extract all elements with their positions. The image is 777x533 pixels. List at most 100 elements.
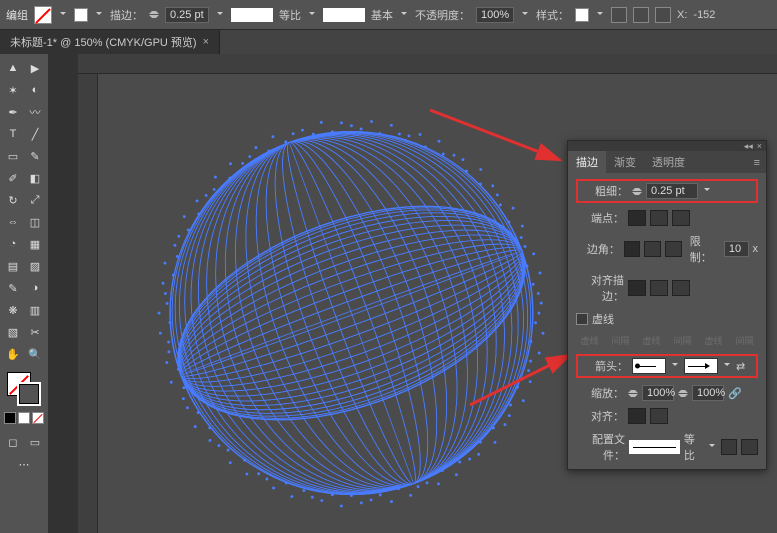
graph-tool[interactable]: ▥ [25,300,45,320]
ruler-horizontal[interactable] [78,54,777,74]
ruler-vertical[interactable] [78,74,98,533]
width-tool[interactable]: ⇔ [3,212,23,232]
swap-arrows-icon[interactable]: ⇄ [736,360,745,373]
arrow-align-tip[interactable] [628,408,646,424]
color-mode[interactable] [4,412,16,424]
mesh-tool[interactable]: ▤ [3,256,23,276]
scale-b-input[interactable]: 100% [692,385,724,401]
zoom-tool[interactable]: 🔍 [25,344,45,364]
tab-gradient[interactable]: 渐变 [606,151,644,173]
eyedropper-tool[interactable]: ✎ [3,278,23,298]
basic-dd[interactable] [399,10,409,20]
stroke-weight-input[interactable]: 0.25 pt [165,7,209,23]
collapse-icon[interactable]: ◂◂ [744,141,753,152]
align-inside[interactable] [650,280,668,296]
flip-v-icon[interactable] [741,439,758,455]
magic-wand-tool[interactable]: ✶ [3,80,23,100]
cap-round[interactable] [650,210,668,226]
line-tool[interactable]: ╱ [25,124,45,144]
stroke-dropdown[interactable] [94,10,104,20]
arrow-align-end[interactable] [650,408,668,424]
type-tool[interactable]: T [3,124,23,144]
scale-tool[interactable]: ⤢ [25,190,45,210]
arrow-start-dd[interactable] [670,361,680,371]
cap-label: 端点： [576,210,624,226]
close-panel-icon[interactable]: × [757,141,762,151]
opacity-input[interactable]: 100% [476,7,514,23]
weight-input[interactable]: 0.25 pt [646,183,698,199]
stroke-weight-dd[interactable] [215,10,225,20]
fill-stroke-control[interactable] [7,372,41,406]
edit-toolbar[interactable]: ⋯ [14,454,34,474]
x-value[interactable]: -152 [693,9,715,21]
transform-icon[interactable] [633,7,649,23]
fill-dropdown[interactable] [58,10,68,20]
style-dd[interactable] [595,10,605,20]
fill-swatch[interactable] [34,6,52,24]
scale-b-stepper[interactable] [678,385,688,401]
stroke-swatch[interactable] [74,8,88,22]
weight-stepper[interactable] [632,183,642,199]
tab-stroke[interactable]: 描边 [568,151,606,173]
link-scale-icon[interactable]: 🔗 [728,387,742,400]
artboard-tool[interactable]: ▧ [3,322,23,342]
corner-bevel[interactable] [665,241,682,257]
limit-input[interactable]: 10 [724,241,749,257]
gradient-mode[interactable] [18,412,30,424]
panel-menu-icon[interactable]: ≡ [748,153,766,173]
gradient-tool[interactable]: ▨ [25,256,45,276]
align-icon[interactable] [611,7,627,23]
symbol-sprayer-tool[interactable]: ❋ [3,300,23,320]
ratio-dd[interactable] [307,10,317,20]
direct-selection-tool[interactable]: ▶ [25,58,45,78]
shape-builder-tool[interactable]: ◔ [3,234,23,254]
weight-dd[interactable] [702,186,712,196]
perspective-tool[interactable]: ▦ [25,234,45,254]
slice-tool[interactable]: ✂ [25,322,45,342]
profile-preview[interactable] [231,8,273,22]
tab-transparency[interactable]: 透明度 [644,151,693,173]
none-mode[interactable] [32,412,44,424]
profile-select[interactable] [629,440,680,454]
blend-tool[interactable]: ◑ [25,278,45,298]
cap-square[interactable] [672,210,690,226]
corner-miter[interactable] [624,241,641,257]
cap-butt[interactable] [628,210,646,226]
hand-tool[interactable]: ✋ [3,344,23,364]
lasso-tool[interactable]: ◐ [25,80,45,100]
corner-round[interactable] [644,241,661,257]
change-screen[interactable]: ▭ [25,432,45,452]
align-outside[interactable] [672,280,690,296]
document-tab[interactable]: 未标题-1* @ 150% (CMYK/GPU 预览) × [0,30,220,54]
stroke-weight-stepper[interactable] [149,7,159,23]
style-swatch[interactable] [575,8,589,22]
profile-dd[interactable] [708,442,717,452]
arrow-start[interactable] [632,358,666,374]
dashed-label: 虚线 [592,311,614,327]
pen-tool[interactable]: ✒ [3,102,23,122]
align-center[interactable] [628,280,646,296]
paintbrush-tool[interactable]: ✎ [25,146,45,166]
arrow-end-dd[interactable] [722,361,732,371]
arrow-end[interactable] [684,358,718,374]
selection-tool[interactable]: ▲ [3,58,23,78]
screen-mode[interactable]: ◻ [3,432,23,452]
scale-a-input[interactable]: 100% [642,385,674,401]
opacity-dd[interactable] [520,10,530,20]
scale-a-stepper[interactable] [628,385,638,401]
arrow-label: 箭头： [580,358,628,374]
brush-preview[interactable] [323,8,365,22]
close-icon[interactable]: × [203,36,209,48]
rotate-tool[interactable]: ↻ [3,190,23,210]
flip-h-icon[interactable] [721,439,738,455]
dashed-checkbox[interactable] [576,313,588,325]
shaper-tool[interactable]: ✐ [3,168,23,188]
tab-title: 未标题-1* @ 150% (CMYK/GPU 预览) [10,34,197,50]
free-transform-tool[interactable]: ◫ [25,212,45,232]
dash-inputs: 虚线 间隔 虚线 间隔 虚线 间隔 [576,334,758,347]
rectangle-tool[interactable]: ▭ [3,146,23,166]
more-icon[interactable] [655,7,671,23]
curvature-tool[interactable]: 〰 [25,102,45,122]
eraser-tool[interactable]: ◧ [25,168,45,188]
stroke-color[interactable] [17,382,41,406]
